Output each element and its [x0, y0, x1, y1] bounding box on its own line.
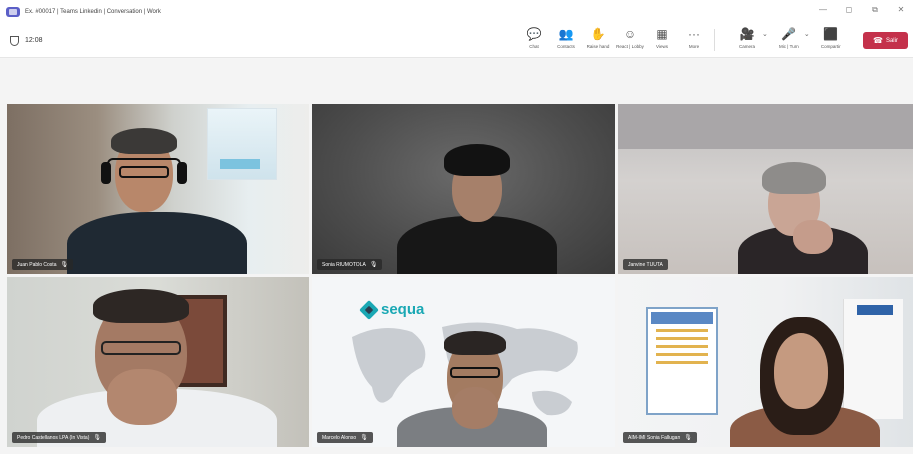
view-icon: ▦ — [656, 27, 668, 41]
share-label: Compartir — [820, 44, 841, 49]
chat-button[interactable]: 💬 Chat — [518, 26, 550, 51]
participant-nameplate: Marcelo Alonso 🎙 — [317, 432, 373, 443]
background-logo — [857, 305, 893, 315]
snap-icon[interactable]: ⧉ — [869, 5, 881, 15]
headset-icon — [107, 158, 181, 164]
camera-icon: 🎥 — [739, 27, 755, 41]
mic-icon: 🎙 — [93, 435, 101, 441]
chat-label: Chat — [529, 44, 539, 49]
participant-hand — [793, 220, 833, 254]
video-tile-1[interactable]: Juan Pablo Costa 🎙 — [7, 104, 309, 274]
leave-label: Salir — [885, 37, 898, 44]
mic-icon: 🎤 — [781, 27, 797, 41]
shield-icon — [10, 35, 19, 46]
background-room — [843, 299, 903, 419]
sequa-logo-text: sequa — [381, 301, 425, 318]
chat-icon: 💬 — [526, 27, 542, 41]
participant-hair — [93, 289, 189, 323]
raise-hand-label: Raise hand — [586, 44, 610, 49]
timer-text: 12:08 — [25, 37, 43, 44]
mic-icon: 🎙 — [684, 435, 692, 441]
participant-head — [774, 333, 828, 409]
meeting-timer: 12:08 — [10, 35, 43, 46]
title-bar: Ex. #00017 | Teams Linkedin | Conversati… — [0, 0, 913, 24]
react-icon: ☺ — [623, 27, 637, 41]
raise-hand-button[interactable]: ✋ Raise hand — [582, 26, 614, 51]
restore-icon[interactable]: ◻ — [843, 5, 855, 15]
rollup-banner — [646, 307, 718, 415]
window-title: Ex. #00017 | Teams Linkedin | Conversati… — [25, 9, 161, 15]
participant-nameplate: AIM-IMI Sonia Fallugan 🎙 — [623, 432, 697, 443]
camera-button[interactable]: 🎥 Camera — [728, 26, 766, 49]
glasses-icon — [450, 367, 500, 378]
participant-nameplate: Janvine TUUTA — [623, 259, 668, 270]
window-controls: — ◻ ⧉ ✕ — [817, 5, 907, 15]
headset-earcup-right — [177, 162, 187, 184]
more-button[interactable]: ··· More — [678, 26, 710, 51]
participant-name: Juan Pablo Costa — [17, 261, 57, 268]
more-label: More — [688, 44, 700, 49]
background-poster — [207, 108, 277, 180]
video-tile-3[interactable]: Janvine TUUTA — [618, 104, 913, 274]
participant-hair — [762, 162, 826, 194]
participant-hair — [111, 128, 177, 154]
video-tile-4[interactable]: Pedro Castellanos LPA (In Vista) 🎙 — [7, 277, 309, 447]
camera-label: Camera — [738, 44, 755, 49]
people-label: Contacts — [557, 44, 575, 49]
mic-options-chevron-icon[interactable]: ⌄ — [804, 30, 810, 38]
sequa-logo-icon — [359, 299, 379, 320]
participant-name: Pedro Castellanos LPA (In Vista) — [17, 434, 90, 441]
participant-hair — [444, 331, 506, 355]
mic-icon: 🎙 — [60, 262, 69, 268]
participant-body — [397, 216, 557, 274]
media-controls: 🎥 Camera ⌄ 🎤 Mic | Turn ⌄ ⬛ Compartir — [728, 26, 850, 49]
participant-name: AIM-IMI Sonia Fallugan — [628, 434, 681, 441]
react-label: React | Lobby — [616, 44, 644, 49]
phone-icon: ☎ — [873, 36, 883, 45]
video-stage: Juan Pablo Costa 🎙 Sonia RIUMOTOLA 🎙 Jan… — [0, 59, 913, 454]
participant-hair — [444, 144, 510, 176]
participant-nameplate: Pedro Castellanos LPA (In Vista) 🎙 — [12, 432, 106, 443]
video-tile-6[interactable]: AIM-IMI Sonia Fallugan 🎙 — [618, 277, 913, 447]
minimize-icon[interactable]: — — [817, 5, 829, 15]
participant-name: Marcelo Alonso — [322, 434, 357, 441]
close-icon[interactable]: ✕ — [895, 5, 907, 15]
sequa-logo: sequa — [359, 299, 425, 320]
meeting-tools: 💬 Chat 👥 Contacts ✋ Raise hand ☺ React |… — [518, 26, 719, 51]
teams-app-icon — [6, 7, 20, 17]
leave-button[interactable]: ☎ Salir — [863, 32, 908, 49]
meeting-toolbar: 12:08 💬 Chat 👥 Contacts ✋ Raise hand ☺ R… — [0, 24, 913, 58]
participant-name: Sonia RIUMOTOLA — [322, 261, 366, 268]
more-icon: ··· — [688, 27, 700, 41]
video-tile-2[interactable]: Sonia RIUMOTOLA 🎙 — [312, 104, 615, 274]
glasses-icon — [119, 166, 169, 178]
participant-nameplate: Juan Pablo Costa 🎙 — [12, 259, 74, 270]
participant-hand — [107, 369, 177, 425]
view-label: Views — [656, 44, 668, 49]
glasses-icon — [101, 341, 181, 355]
people-button[interactable]: 👥 Contacts — [550, 26, 582, 51]
participant-hand — [452, 387, 498, 429]
mic-button[interactable]: 🎤 Mic | Turn — [770, 26, 808, 49]
react-button[interactable]: ☺ React | Lobby — [614, 26, 646, 51]
share-button[interactable]: ⬛ Compartir — [812, 26, 850, 49]
participant-body — [67, 212, 247, 274]
people-icon: 👥 — [558, 27, 574, 41]
participant-name: Janvine TUUTA — [628, 261, 663, 268]
camera-options-chevron-icon[interactable]: ⌄ — [762, 30, 768, 38]
background-wall — [618, 104, 913, 149]
mic-icon: 🎙 — [369, 262, 378, 268]
raise-hand-icon: ✋ — [590, 27, 606, 41]
video-grid: Juan Pablo Costa 🎙 Sonia RIUMOTOLA 🎙 Jan… — [7, 104, 913, 447]
video-tile-5[interactable]: sequa Marcelo Alonso 🎙 — [312, 277, 615, 447]
mic-label: Mic | Turn — [779, 44, 799, 49]
toolbar-divider — [714, 29, 715, 51]
headset-earcup-left — [101, 162, 111, 184]
view-button[interactable]: ▦ Views — [646, 26, 678, 51]
mic-icon: 🎙 — [360, 435, 368, 441]
participant-nameplate: Sonia RIUMOTOLA 🎙 — [317, 259, 383, 270]
share-icon: ⬛ — [823, 27, 839, 41]
